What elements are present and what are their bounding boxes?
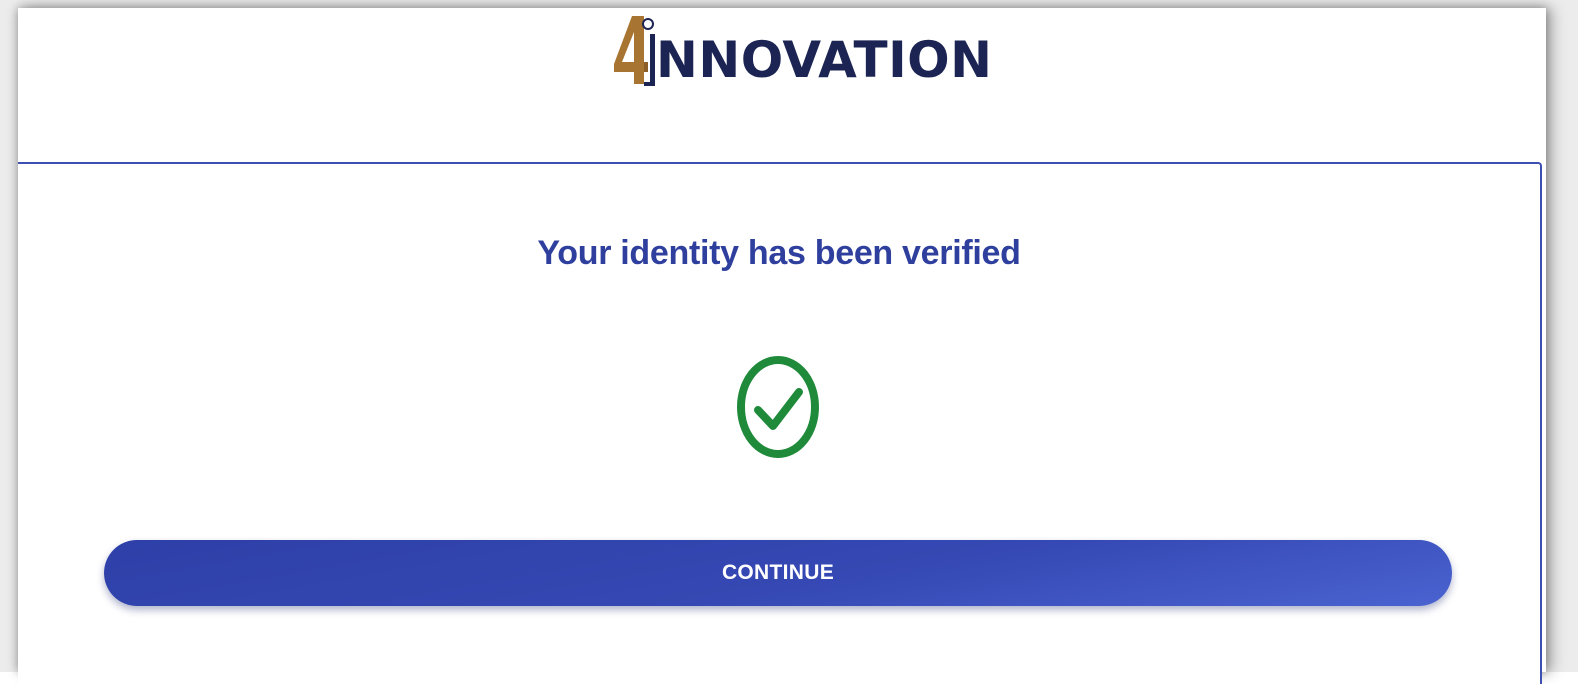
logo-mark-icon xyxy=(614,16,655,86)
verification-window: NNOVATION Your identity has been verifie… xyxy=(18,8,1546,684)
check-circle-icon xyxy=(737,356,819,458)
header: NNOVATION xyxy=(18,8,1546,162)
continue-button[interactable]: CONTINUE xyxy=(104,540,1452,606)
verification-card: Your identity has been verified CONTINUE xyxy=(18,162,1542,684)
brand-logo: NNOVATION xyxy=(614,10,993,90)
verification-title: Your identity has been verified xyxy=(537,234,1021,272)
logo-text: NNOVATION xyxy=(656,31,993,89)
screen-background: NNOVATION Your identity has been verifie… xyxy=(0,0,1578,684)
